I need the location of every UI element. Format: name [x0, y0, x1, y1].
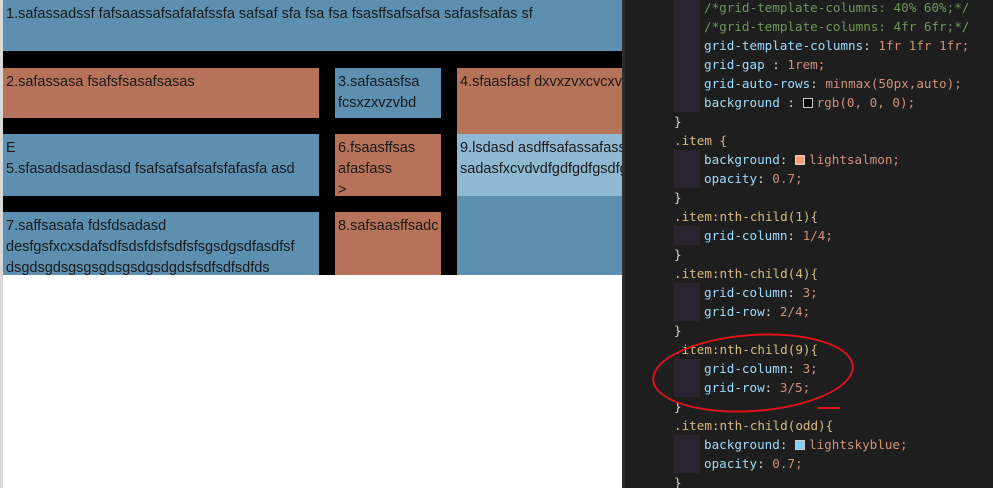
css-colon: : — [757, 171, 773, 186]
css-property: background — [704, 437, 780, 452]
code-line: background: lightskyblue; — [622, 435, 908, 454]
code-line: background: lightsalmon; — [622, 150, 900, 169]
css-value: 2/4; — [779, 304, 811, 319]
indent-guide — [674, 74, 700, 93]
indent-guide — [674, 226, 700, 245]
code-editor[interactable]: /*grid-template-columns: 40% 60%;*/ /*gri… — [622, 0, 993, 488]
indent-guide — [674, 169, 700, 188]
css-colon: : — [764, 304, 780, 319]
preview-left-border — [0, 0, 3, 488]
css-value: 3; — [802, 285, 818, 300]
css-selector: .item:nth-child(1){ — [674, 209, 819, 224]
closing-brace: } — [674, 190, 682, 205]
css-value: lightskyblue; — [809, 437, 908, 452]
css-value: minmax(50px,auto); — [825, 76, 962, 91]
code-line: grid-column: 3; — [622, 283, 818, 302]
indent-guide — [674, 36, 700, 55]
code-line: } — [622, 188, 682, 207]
css-colon: : — [779, 437, 795, 452]
closing-brace: } — [674, 323, 682, 338]
css-colon: : — [787, 228, 803, 243]
code-line: opacity: 0.7; — [622, 169, 803, 188]
indent-guide — [674, 17, 700, 36]
closing-brace: } — [674, 114, 682, 129]
grid-item-7: 7.saffsasafa fdsfdsadasd desfgsfxcxsdafs… — [3, 212, 319, 275]
css-value: 1/4; — [802, 228, 833, 243]
css-property: background — [704, 152, 780, 167]
css-property: grid-gap — [704, 57, 773, 72]
grid-item-2: 2.safassasa fsafsfsasafsasas — [3, 68, 319, 118]
highlight-underline-annotation — [818, 407, 840, 409]
css-colon: : — [787, 95, 803, 110]
code-line: .item:nth-child(1){ — [622, 207, 818, 226]
code-line: opacity: 0.7; — [622, 454, 803, 473]
css-value: 1fr 1fr 1fr; — [878, 38, 970, 53]
code-line: /*grid-template-columns: 4fr 6fr;*/ — [622, 17, 969, 36]
color-swatch-icon[interactable] — [795, 440, 805, 450]
css-property: background — [704, 95, 788, 110]
code-line: grid-gap : 1rem; — [622, 55, 825, 74]
grid-item-8: 8.safsaasffsadc — [335, 212, 441, 275]
css-property: grid-template-columns — [704, 38, 864, 53]
code-line: .item:nth-child(odd){ — [622, 416, 833, 435]
code-line: grid-column: 1/4; — [622, 226, 833, 245]
css-comment: /*grid-template-columns: 4fr 6fr;*/ — [704, 19, 970, 34]
css-colon: : — [787, 285, 803, 300]
css-value: lightsalmon; — [809, 152, 900, 167]
code-line: grid-template-columns: 1fr 1fr 1fr; — [622, 36, 969, 55]
indent-guide — [674, 283, 700, 302]
css-colon: : — [779, 152, 795, 167]
css-property: grid-column — [704, 285, 788, 300]
code-line: .item { — [622, 131, 727, 150]
css-colon: : — [772, 57, 788, 72]
indent-guide — [674, 150, 700, 169]
css-selector: .item { — [674, 133, 728, 148]
grid-item-1: 1.safassadssf fafsaassafsafafafssfa safs… — [3, 0, 622, 51]
code-line: } — [622, 112, 682, 131]
code-line: grid-row: 2/4; — [622, 302, 810, 321]
css-property: grid-auto-rows — [704, 76, 811, 91]
grid-item-9: 9.lsdasd asdffsafassafassafsaf sadasfxcv… — [457, 134, 622, 196]
indent-guide — [674, 435, 700, 454]
grid-item-9-lower — [457, 196, 622, 275]
code-line: /*grid-template-columns: 40% 60%;*/ — [622, 0, 969, 17]
css-property: grid-column — [704, 228, 788, 243]
code-line: } — [622, 473, 682, 488]
code-line: } — [622, 245, 682, 264]
css-selector: .item:nth-child(odd){ — [674, 418, 834, 433]
closing-brace: } — [674, 475, 682, 488]
indent-guide — [674, 0, 700, 17]
css-value: rgb(0, 0, 0); — [816, 95, 916, 110]
grid-item-3: 3.safasasfsa fcsxzxvzvbd — [335, 68, 441, 118]
indent-guide — [674, 93, 700, 112]
indent-guide — [674, 454, 700, 473]
css-comment: /*grid-template-columns: 40% 60%;*/ — [704, 0, 970, 15]
grid-item-6: 6.fsaasffsas afasfass > — [335, 134, 441, 196]
css-colon: : — [810, 76, 826, 91]
css-colon: : — [757, 456, 773, 471]
code-line: grid-auto-rows: minmax(50px,auto); — [622, 74, 962, 93]
indent-guide — [674, 55, 700, 74]
closing-brace: } — [674, 247, 682, 262]
css-property: grid-row — [704, 304, 765, 319]
indent-guide — [674, 302, 700, 321]
color-swatch-icon[interactable] — [795, 155, 805, 165]
grid-item-5: E 5.sfasadsadasdasd fsafsafsafsafsfafasf… — [3, 134, 319, 196]
code-line: } — [622, 321, 682, 340]
css-property: opacity — [704, 171, 758, 186]
css-property: opacity — [704, 456, 758, 471]
css-value: 1rem; — [787, 57, 826, 72]
grid-container: 1.safassadssf fafsaassafsafafafssfa safs… — [0, 0, 622, 275]
color-swatch-icon[interactable] — [802, 98, 813, 108]
css-colon: : — [863, 38, 879, 53]
code-line: background : rgb(0, 0, 0); — [622, 93, 915, 112]
css-value: 0.7; — [772, 171, 803, 186]
css-selector: .item:nth-child(4){ — [674, 266, 819, 281]
grid-preview: 1.safassadssf fafsaassafsafafafssfa safs… — [0, 0, 622, 488]
css-value: 0.7; — [772, 456, 803, 471]
code-line: .item:nth-child(4){ — [622, 264, 818, 283]
